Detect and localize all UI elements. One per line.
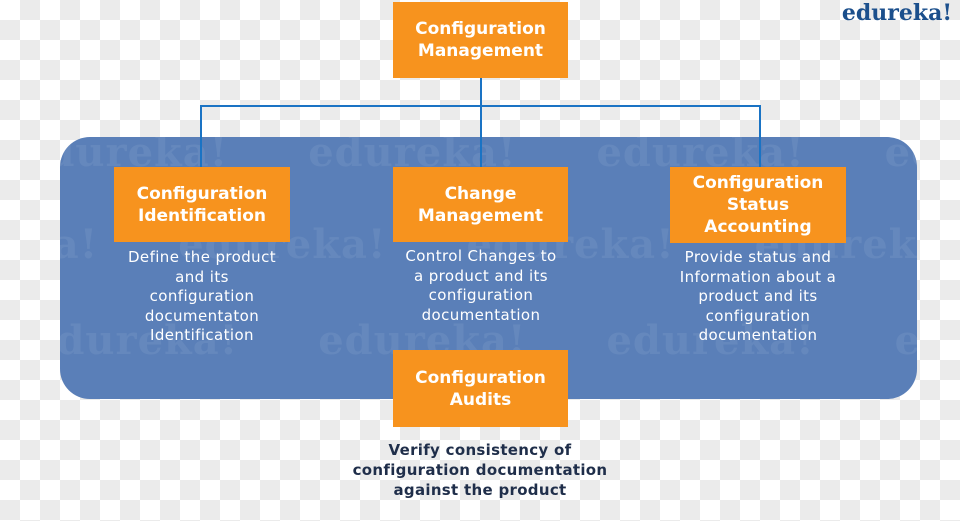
description-line: a product and its (413, 266, 549, 285)
change-description: Control Changes to a product and its con… (376, 247, 586, 325)
description-line: documentaton (144, 306, 260, 325)
connector-to-status (759, 105, 761, 167)
connector-to-change (480, 105, 482, 167)
connector-to-identification (200, 105, 202, 167)
description-line: documentation (698, 326, 818, 344)
box-title-line: Configuration (136, 183, 268, 204)
description-line: Information about a (679, 267, 837, 286)
box-title-line: Configuration (415, 367, 546, 388)
box-title-line: Management (417, 205, 544, 226)
description-line: Verify consistency of (388, 441, 572, 459)
box-title-line: Accounting (704, 217, 812, 237)
box-title-line: Management (417, 41, 544, 61)
watermark: edureka! (884, 137, 917, 176)
description-line: Identification (150, 326, 254, 344)
configuration-status-accounting-box: Configuration Status Accounting (670, 167, 846, 243)
configuration-audits-box: Configuration Audits (393, 350, 568, 427)
watermark: edureka! (60, 221, 99, 268)
box-title-line: Identification (138, 205, 266, 226)
configuration-identification-box: Configuration Identification (114, 167, 290, 242)
description-line: documentation (421, 305, 541, 324)
edureka-logo: edureka! (841, 0, 952, 26)
description-line: Define the product (127, 248, 276, 266)
box-title-line: Configuration (415, 19, 546, 39)
change-management-box: Change Management (393, 167, 568, 242)
description-line: configuration documentation (352, 461, 608, 479)
description-line: Control Changes to (405, 247, 557, 265)
box-title-line: Configuration (692, 173, 824, 193)
status-accounting-description: Provide status and Information about a p… (650, 248, 866, 346)
box-title-line: Audits (449, 389, 512, 410)
connector-root-down (480, 78, 482, 107)
description-line: product and its (698, 287, 818, 305)
description-line: configuration (149, 287, 255, 305)
audits-description: Verify consistency of configuration docu… (320, 440, 640, 500)
watermark: edureka! (894, 317, 917, 364)
description-line: configuration (428, 286, 534, 304)
box-title-line: Status (726, 195, 790, 215)
description-line: Provide status and (684, 248, 832, 266)
configuration-management-box: Configuration Management (393, 2, 568, 78)
description-line: and its (175, 267, 229, 286)
description-line: against the product (393, 481, 567, 499)
identification-description: Define the product and its configuration… (102, 248, 302, 346)
box-title-line: Change (444, 183, 517, 204)
description-line: configuration (705, 306, 811, 325)
